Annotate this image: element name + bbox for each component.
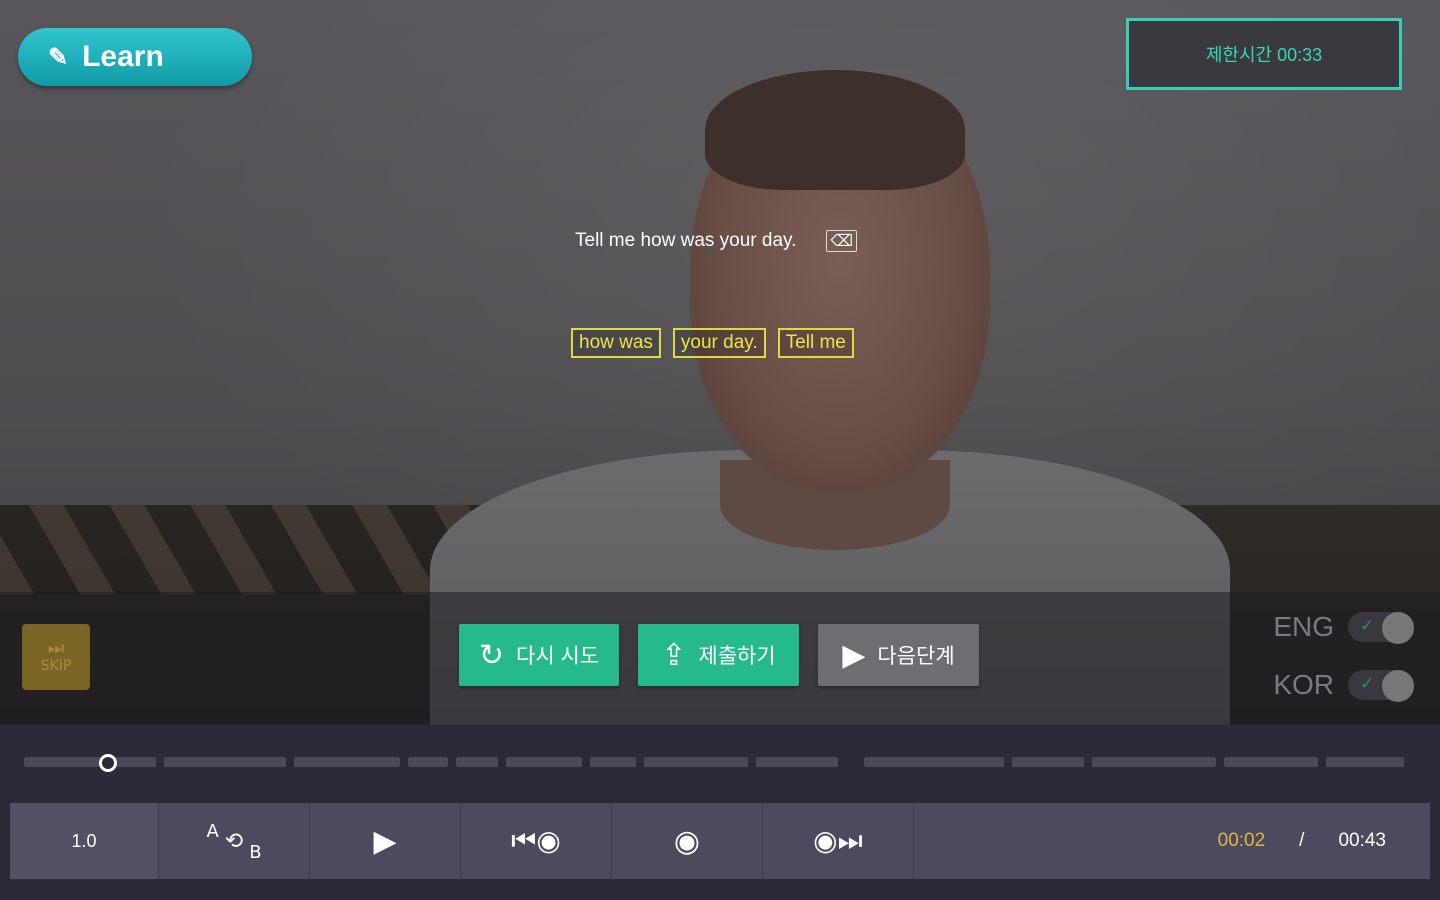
progress-segment[interactable] (864, 757, 1004, 767)
repeat-icon: ⟲ (224, 828, 244, 854)
toggle-row-kor: KOR ✓ (1254, 664, 1414, 706)
record-icon: ◉ (673, 823, 701, 859)
toggle-label-eng: ENG (1273, 611, 1334, 642)
progress-segment[interactable] (1326, 757, 1404, 767)
switch-knob (1382, 612, 1414, 644)
player-controls: 1.0 A ⟲ B ▶ ⏮◉ ◉ ◉⏭ 00:02 / 00:43 (10, 803, 1430, 879)
current-time: 00:02 (1217, 830, 1266, 851)
progress-knob[interactable] (99, 754, 117, 772)
ab-repeat-button[interactable]: A ⟲ B (159, 803, 310, 879)
progress-segment[interactable] (1224, 757, 1318, 767)
retry-button[interactable]: ↻ 다시 시도 (459, 624, 619, 686)
subtitle-toggles: ENG ✓ KOR ✓ (1254, 606, 1414, 722)
kor-subtitle-switch[interactable]: ✓ (1348, 670, 1414, 702)
time-display: 00:02 / 00:43 (914, 803, 1430, 879)
progress-segment[interactable] (1092, 757, 1216, 767)
play-icon: ▶ (373, 823, 397, 859)
retry-icon: ↻ (478, 638, 504, 672)
submit-label: 제출하기 (698, 645, 776, 668)
progress-segment[interactable] (644, 757, 748, 767)
answer-sentence: Tell me how was your day. ⌫ (575, 228, 858, 254)
time-separator: / (1299, 830, 1305, 851)
toggle-row-eng: ENG ✓ (1254, 606, 1414, 648)
learn-label: Learn (82, 40, 164, 73)
skip-icon: ⏭ (47, 638, 65, 659)
toggle-label-kor: KOR (1273, 669, 1334, 700)
speed-value: 1.0 (71, 830, 97, 851)
check-icon: ✓ (1360, 674, 1375, 694)
submit-button[interactable]: ⇪ 제출하기 (638, 624, 799, 686)
progress-segment[interactable] (294, 757, 400, 767)
ab-label-b: B (249, 842, 262, 863)
video-person-hair (705, 70, 965, 190)
next-step-label: 다음단계 (877, 645, 955, 668)
next-icon: ◉⏭ (813, 824, 863, 857)
pencil-icon: ✎ (48, 43, 69, 71)
total-time: 00:43 (1338, 830, 1386, 851)
progress-segment[interactable] (164, 757, 286, 767)
progress-segment[interactable] (590, 757, 636, 767)
progress-segment[interactable] (24, 757, 156, 767)
progress-segment[interactable] (756, 757, 838, 767)
time-limit-display: 제한시간 00:33 (1126, 18, 1402, 90)
skip-button[interactable]: ⏭ SKIP (22, 624, 90, 690)
progress-segment[interactable] (456, 757, 498, 767)
word-chip[interactable]: Tell me (777, 328, 854, 358)
next-sentence-button[interactable]: ◉⏭ (763, 803, 914, 879)
upload-icon: ⇪ (661, 638, 687, 672)
skip-label: SKIP (40, 658, 72, 674)
action-buttons: ↻ 다시 시도 ⇪ 제출하기 ▶ 다음단계 (459, 624, 979, 686)
ab-label-a: A (206, 821, 219, 842)
progress-segment[interactable] (506, 757, 582, 767)
word-chip[interactable]: how was (571, 328, 661, 358)
backspace-icon[interactable]: ⌫ (826, 230, 858, 252)
word-chip[interactable]: your day. (672, 328, 766, 358)
speed-button[interactable]: 1.0 (10, 803, 159, 879)
play-icon: ▶ (842, 638, 866, 672)
learn-badge: ✎ Learn (18, 28, 252, 86)
record-button[interactable]: ◉ (612, 803, 763, 879)
previous-sentence-button[interactable]: ⏮◉ (461, 803, 612, 879)
previous-icon: ⏮◉ (511, 824, 561, 857)
eng-subtitle-switch[interactable]: ✓ (1348, 612, 1414, 644)
retry-label: 다시 시도 (516, 645, 600, 668)
check-icon: ✓ (1360, 616, 1375, 636)
progress-gap (846, 757, 856, 767)
word-chip-list: how was your day. Tell me (571, 328, 854, 358)
answer-sentence-text: Tell me how was your day. (575, 230, 797, 251)
progress-segment[interactable] (408, 757, 448, 767)
switch-knob (1382, 670, 1414, 702)
progress-segment[interactable] (1012, 757, 1084, 767)
play-button[interactable]: ▶ (310, 803, 461, 879)
sentence-progress-track[interactable] (24, 757, 1417, 769)
next-step-button[interactable]: ▶ 다음단계 (818, 624, 979, 686)
